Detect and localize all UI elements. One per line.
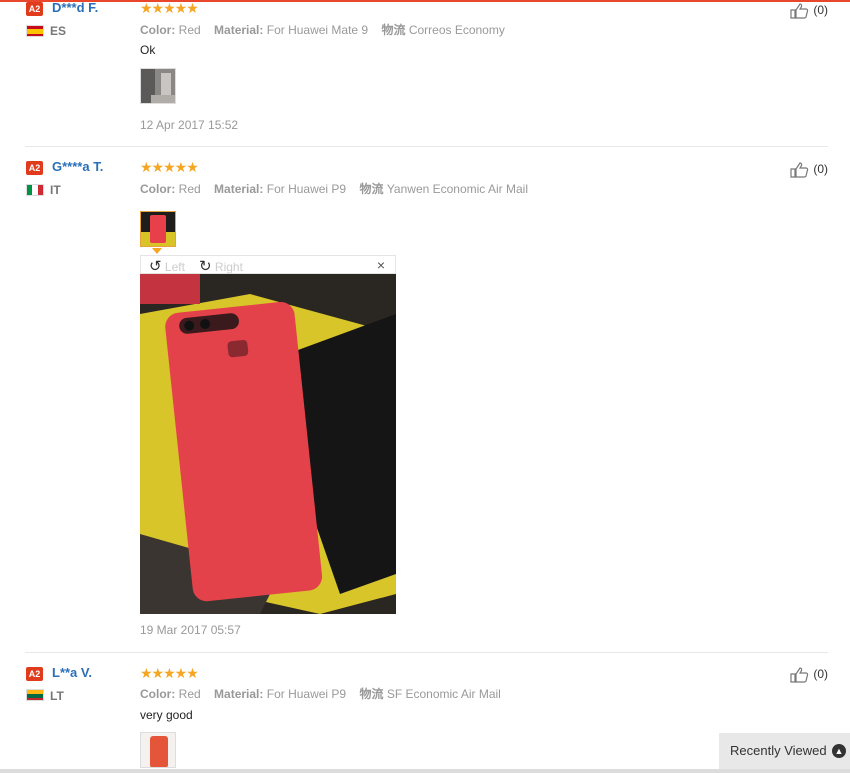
top-accent-line (0, 0, 850, 2)
country-code: LT (50, 689, 64, 703)
spain-flag-icon (26, 25, 44, 37)
color-label: Color: (140, 23, 176, 37)
material-label: Material: (214, 182, 264, 196)
reviewer-name[interactable]: D***d F. (52, 0, 98, 15)
rotate-right-icon: ↻ (199, 258, 212, 275)
rotate-right-label: Right (214, 260, 243, 274)
helpful-count: (0) (813, 162, 829, 177)
review-divider (25, 146, 828, 147)
review-photo-large (140, 274, 396, 614)
order-attributes: Color: Red Material: For Huawei P9 物流 Ya… (140, 180, 528, 197)
rotate-left-button[interactable]: ↺ Left (149, 257, 185, 275)
chevron-up-icon: ▲ (832, 744, 846, 758)
level-badge: A2 (26, 2, 43, 16)
rotate-left-icon: ↺ (149, 258, 162, 275)
image-viewer-toolbar: ↺ Left ↻ Right × (140, 255, 396, 275)
rating-stars: ★★★★★ (140, 159, 199, 175)
level-badge: A2 (26, 161, 43, 175)
material-label: Material: (214, 23, 264, 37)
thumbnail-pointer (152, 248, 162, 254)
color-value: Red (178, 687, 201, 701)
shipping-value: SF Economic Air Mail (386, 687, 501, 701)
shipping-label: 物流 (359, 687, 384, 701)
country-code: IT (50, 183, 61, 197)
material-value: For Huawei Mate 9 (266, 23, 369, 37)
helpful-button[interactable]: (0) (790, 162, 828, 178)
shipping-value: Yanwen Economic Air Mail (386, 182, 528, 196)
reviewer-name[interactable]: L**a V. (52, 665, 92, 680)
shipping-label: 物流 (359, 182, 384, 196)
review-divider (25, 652, 828, 653)
color-label: Color: (140, 182, 176, 196)
rotate-right-button[interactable]: ↻ Right (199, 257, 243, 275)
lithuania-flag-icon (26, 689, 44, 701)
bottom-bar (0, 769, 850, 773)
helpful-count: (0) (813, 667, 829, 682)
rating-stars: ★★★★★ (140, 0, 199, 16)
order-attributes: Color: Red Material: For Huawei P9 物流 SF… (140, 685, 501, 702)
feedback-text: very good (140, 708, 193, 722)
review-photo-thumbnail[interactable] (140, 732, 176, 768)
material-label: Material: (214, 687, 264, 701)
country-code: ES (50, 24, 67, 38)
helpful-button[interactable]: (0) (790, 667, 828, 683)
material-value: For Huawei P9 (266, 687, 347, 701)
review-date: 12 Apr 2017 15:52 (140, 118, 239, 132)
review-date: 19 Mar 2017 05:57 (140, 623, 241, 637)
review-photo-thumbnail-selected[interactable] (140, 211, 176, 247)
rotate-left-label: Left (164, 260, 185, 274)
thumbs-up-icon (790, 667, 813, 683)
color-value: Red (178, 23, 201, 37)
helpful-count: (0) (813, 3, 829, 18)
reviewer-name[interactable]: G****a T. (52, 159, 103, 174)
italy-flag-icon (26, 184, 44, 196)
review-photo-thumbnail[interactable] (140, 68, 176, 104)
shipping-value: Correos Economy (408, 23, 505, 37)
helpful-button[interactable]: (0) (790, 3, 828, 19)
order-attributes: Color: Red Material: For Huawei Mate 9 物… (140, 21, 505, 38)
close-icon[interactable]: × (377, 257, 385, 273)
shipping-label: 物流 (381, 23, 406, 37)
color-value: Red (178, 182, 201, 196)
rating-stars: ★★★★★ (140, 665, 199, 681)
color-label: Color: (140, 687, 176, 701)
thumbs-up-icon (790, 3, 813, 19)
material-value: For Huawei P9 (266, 182, 347, 196)
recently-viewed-label: Recently Viewed (730, 743, 827, 758)
thumbs-up-icon (790, 162, 813, 178)
feedback-text: Ok (140, 43, 156, 57)
level-badge: A2 (26, 667, 43, 681)
recently-viewed-button[interactable]: Recently Viewed ▲ (719, 733, 850, 769)
